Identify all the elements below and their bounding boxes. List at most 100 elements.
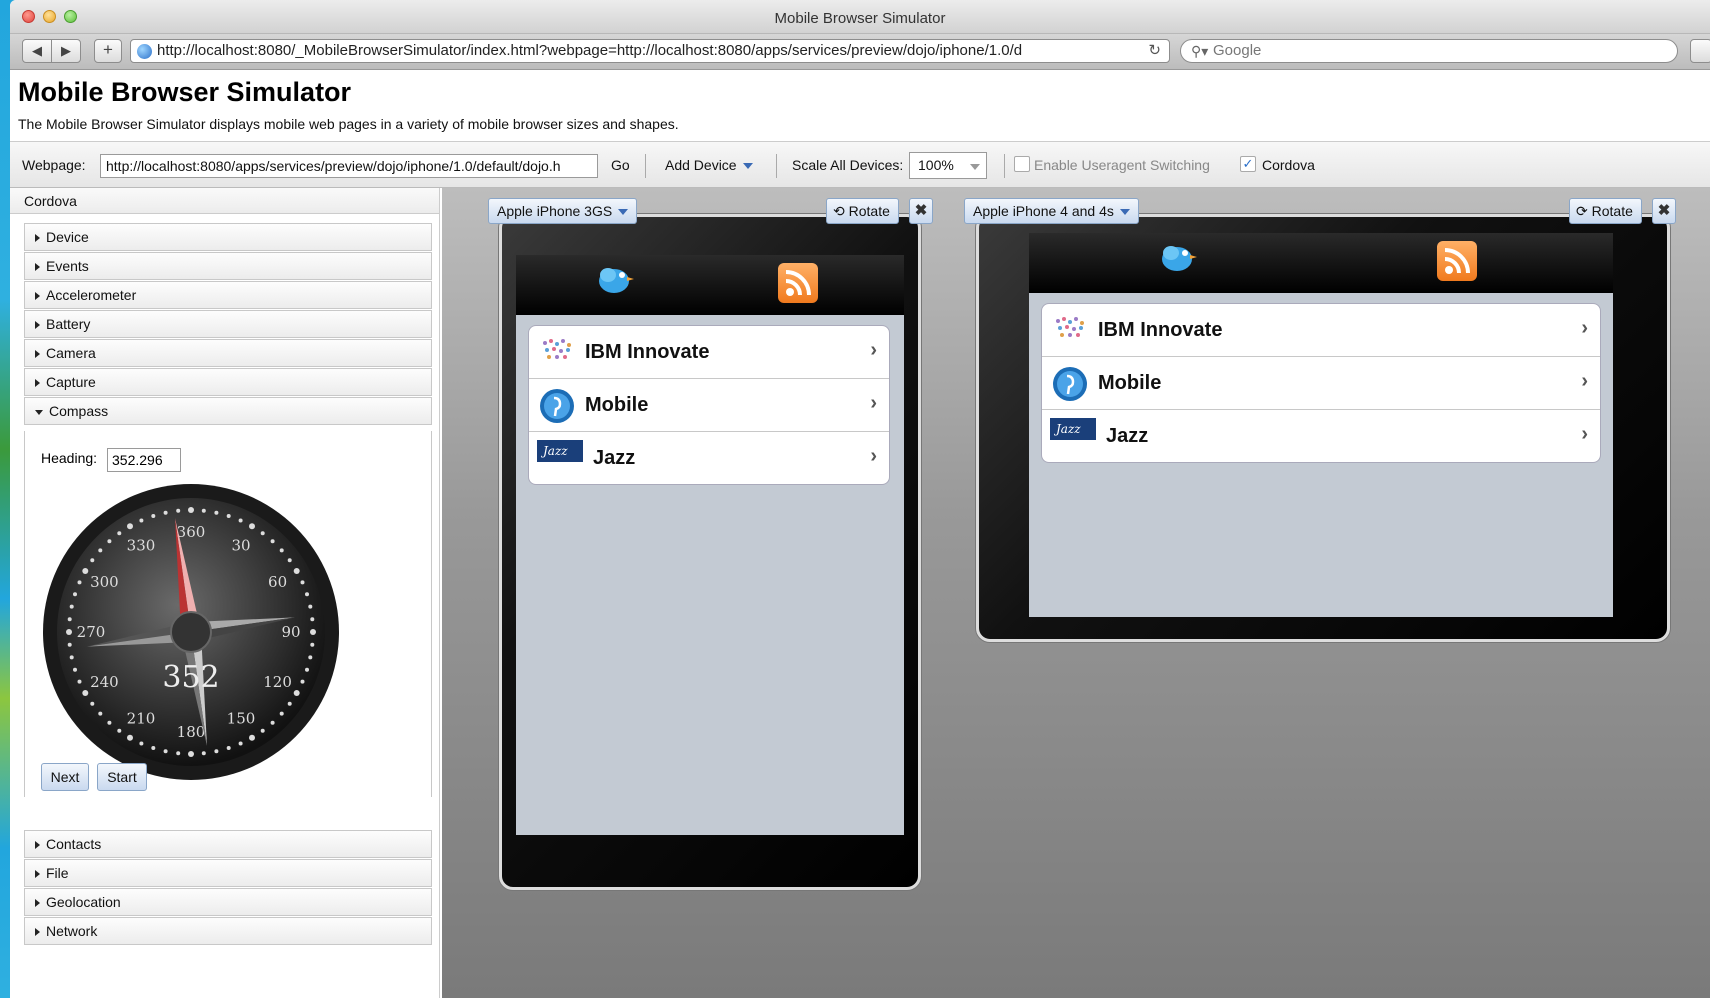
rotate-icon: ⟲ (833, 203, 849, 219)
compass-dot (163, 510, 168, 515)
list-item-label: Jazz (1106, 425, 1149, 447)
compass-dot (82, 690, 89, 696)
close-device-button[interactable]: ✖ (909, 198, 933, 224)
list-item-jazz[interactable]: Jazz Jazz › (529, 432, 889, 484)
compass-dot (270, 720, 275, 725)
rotate-button[interactable]: ⟲ Rotate (826, 198, 899, 224)
back-arrow-icon: ◀ (32, 43, 42, 58)
section-capture[interactable]: Capture (24, 368, 432, 396)
device-screen[interactable]: IBM Innovate › Mobile › Jazz Jazz › (1029, 233, 1613, 617)
section-label: Events (46, 258, 89, 274)
compass-dot (69, 655, 74, 660)
back-button[interactable]: ◀ (22, 39, 52, 63)
section-compass[interactable]: Compass (24, 397, 432, 425)
device-screen[interactable]: IBM Innovate › Mobile › Jazz Jazz › (516, 255, 904, 835)
tick-label: 180 (177, 723, 206, 741)
chevron-right-icon: › (870, 339, 877, 361)
section-network[interactable]: Network (24, 917, 432, 945)
scale-value: 100% (918, 157, 954, 173)
cordova-checkbox[interactable]: ✓ (1240, 156, 1256, 172)
compass-dot (270, 539, 275, 544)
compass-dot (69, 604, 74, 609)
list-item-jazz[interactable]: Jazz Jazz › (1042, 410, 1600, 462)
ibm-innovate-icon (1056, 317, 1084, 337)
compass-dot (98, 548, 103, 553)
list-item-label: IBM Innovate (585, 341, 710, 363)
close-device-button[interactable]: ✖ (1652, 198, 1676, 224)
tick-label: 360 (177, 523, 206, 541)
downloads-button[interactable] (1690, 39, 1710, 63)
compass-dot (139, 518, 144, 523)
section-label: Accelerometer (46, 287, 137, 303)
scale-select[interactable]: 100% (909, 152, 987, 179)
list-item-mobile[interactable]: Mobile › (1042, 357, 1600, 410)
device-selector[interactable]: Apple iPhone 3GS (488, 198, 638, 224)
compass-dot (127, 734, 133, 741)
rotate-button[interactable]: ⟳ Rotate (1569, 198, 1642, 224)
options-bar: Webpage: http://localhost:8080/apps/serv… (10, 141, 1710, 188)
reload-icon[interactable]: ↻ (1144, 40, 1161, 62)
section-file[interactable]: File (24, 859, 432, 887)
rss-feed-icon[interactable] (1437, 241, 1477, 281)
heading-input[interactable]: 352.296 (107, 448, 181, 472)
rss-feed-icon[interactable] (778, 263, 818, 303)
section-label: Geolocation (46, 894, 121, 910)
compass-dial[interactable]: 360 30 60 90 120 150 180 210 240 270 300… (41, 482, 341, 782)
section-camera[interactable]: Camera (24, 339, 432, 367)
section-device[interactable]: Device (24, 223, 432, 251)
jazz-logo-icon: Jazz (1050, 418, 1096, 440)
compass-dot (127, 523, 133, 530)
tick-label: 90 (281, 623, 300, 641)
twitter-bird-icon[interactable] (594, 263, 634, 299)
section-events[interactable]: Events (24, 252, 432, 280)
globe-icon (137, 44, 152, 59)
divider (776, 154, 777, 178)
mobile-icon (1053, 367, 1087, 401)
section-geolocation[interactable]: Geolocation (24, 888, 432, 916)
compass-dot (188, 751, 194, 757)
twitter-bird-icon[interactable] (1157, 241, 1197, 277)
app-header (1029, 233, 1613, 293)
address-bar[interactable]: http://localhost:8080/_MobileBrowserSimu… (130, 39, 1170, 63)
compass-dot (305, 667, 309, 672)
forward-button[interactable]: ▶ (51, 39, 81, 63)
section-label: Device (46, 229, 89, 245)
list-item-ibm-innovate[interactable]: IBM Innovate › (1042, 304, 1600, 357)
compass-dot (300, 679, 305, 684)
compass-dot (293, 568, 300, 574)
compass-dot (67, 642, 72, 647)
compass-dot (226, 514, 231, 518)
tick-label: 300 (90, 573, 119, 591)
section-accelerometer[interactable]: Accelerometer (24, 281, 432, 309)
section-battery[interactable]: Battery (24, 310, 432, 338)
tick-label: 210 (127, 710, 156, 728)
list-item-ibm-innovate[interactable]: IBM Innovate › (529, 326, 889, 379)
chevron-down-icon (1119, 209, 1130, 216)
next-button[interactable]: Next (41, 763, 89, 791)
forward-arrow-icon: ▶ (61, 43, 71, 58)
expand-icon (35, 870, 40, 879)
list-item-mobile[interactable]: Mobile › (529, 379, 889, 432)
compass-dot (305, 592, 309, 597)
plus-icon: + (103, 40, 113, 59)
list-item-label: IBM Innovate (1098, 319, 1223, 341)
add-device-button[interactable]: Add Device (665, 157, 753, 173)
tick-label: 150 (227, 710, 256, 728)
go-button[interactable]: Go (611, 157, 630, 173)
chevron-down-icon (742, 163, 753, 170)
section-label: Camera (46, 345, 96, 361)
expand-icon (35, 263, 40, 272)
tick-label: 30 (231, 536, 250, 554)
chevron-down-icon (970, 164, 980, 170)
compass-dot (293, 690, 300, 696)
page-description: The Mobile Browser Simulator displays mo… (18, 116, 679, 132)
search-input[interactable]: ⚲▾ Google (1180, 39, 1678, 63)
section-contacts[interactable]: Contacts (24, 830, 432, 858)
device-selector[interactable]: Apple iPhone 4 and 4s (964, 198, 1139, 224)
app-list: IBM Innovate › Mobile › Jazz Jazz › (1041, 303, 1601, 463)
compass-dot (176, 508, 181, 513)
new-tab-button[interactable]: + (94, 39, 122, 63)
start-button[interactable]: Start (97, 763, 147, 791)
webpage-url-input[interactable]: http://localhost:8080/apps/services/prev… (100, 154, 598, 178)
useragent-checkbox[interactable] (1014, 156, 1030, 172)
